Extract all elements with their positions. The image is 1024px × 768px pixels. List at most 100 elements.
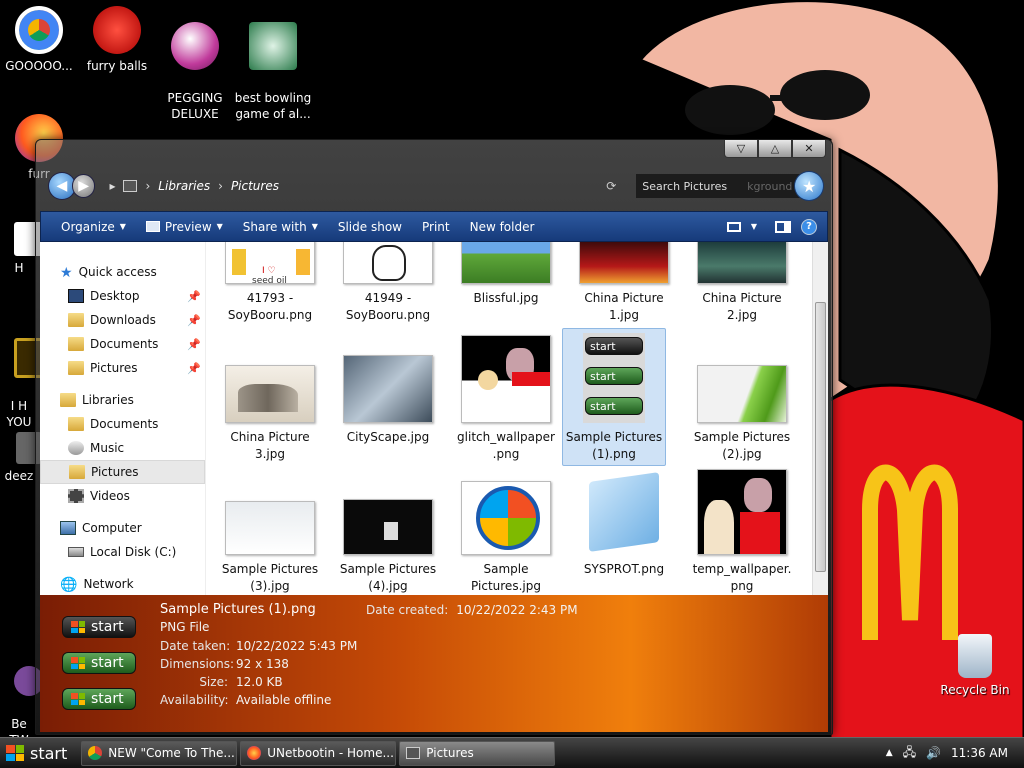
bowling-game-icon: [249, 22, 297, 70]
file-item[interactable]: 41949 - SoyBooru.png: [336, 242, 440, 324]
close-button[interactable]: ✕: [792, 140, 826, 158]
nav-desktop[interactable]: Desktop 📌: [40, 284, 205, 308]
nav-quick-access[interactable]: ★ Quick access: [40, 260, 205, 284]
thumbnail: [697, 469, 787, 555]
search-placeholder: Search Pictures: [642, 179, 728, 193]
print-button[interactable]: Print: [412, 220, 460, 234]
taskbar-item-explorer[interactable]: Pictures: [399, 740, 556, 766]
desktop-icon-label: I H YOU: [6, 399, 32, 429]
file-item[interactable]: Blissful.jpg: [454, 242, 558, 307]
peggle-icon: [171, 22, 219, 70]
thumbnail: [225, 365, 315, 423]
nav-downloads[interactable]: Downloads 📌: [40, 308, 205, 332]
availability-value: Available offline: [236, 693, 332, 707]
refresh-icon[interactable]: ⟳: [606, 179, 616, 193]
file-item[interactable]: I ♡ seed oil 41793 - SoyBooru.png: [218, 242, 322, 324]
preview-button[interactable]: Preview ▼: [136, 220, 233, 234]
preview-icon: [145, 221, 160, 232]
file-item[interactable]: temp_wallpaper. png: [690, 469, 794, 595]
file-item[interactable]: China Picture 3.jpg: [218, 365, 322, 463]
new-folder-button[interactable]: New folder: [460, 220, 545, 234]
file-name: China Picture 2.jpg: [702, 291, 782, 322]
address-bar[interactable]: ▸ › Libraries › Pictures: [109, 173, 554, 199]
preview-start-button: start: [62, 616, 136, 638]
organize-button[interactable]: Organize ▼: [41, 220, 136, 234]
file-item[interactable]: SYSPROT.png: [572, 471, 676, 578]
share-with-button[interactable]: Share with ▼: [233, 220, 328, 234]
file-item[interactable]: Sample Pictures (2).jpg: [690, 365, 794, 463]
preview-start-button: start: [62, 652, 136, 674]
breadcrumb-pictures[interactable]: Pictures: [231, 179, 279, 193]
folder-icon: [406, 747, 421, 759]
breadcrumb-libraries[interactable]: Libraries: [158, 179, 210, 193]
caption-buttons: ▽ △ ✕: [724, 140, 826, 158]
start-button[interactable]: start: [0, 738, 81, 768]
vertical-scrollbar[interactable]: [812, 242, 828, 595]
desktop-icon-label: furry balls: [86, 59, 148, 73]
windows-logo-icon: [6, 745, 24, 761]
scroll-thumb[interactable]: [815, 302, 826, 572]
thumbnail: [461, 335, 551, 423]
videos-icon: [68, 489, 84, 503]
search-star-icon[interactable]: ★: [794, 171, 824, 201]
windows-logo-icon: [71, 693, 85, 705]
file-item[interactable]: China Picture 1.jpg: [572, 242, 676, 324]
thumb-text: seed oil: [252, 276, 287, 284]
file-item[interactable]: CityScape.jpg: [336, 355, 440, 446]
nav-label: Libraries: [82, 393, 134, 407]
taskbar: start NEW "Come To The... UNetbootin - H…: [0, 737, 1024, 768]
desktop-icon-chrome[interactable]: GOOOOO...: [0, 6, 78, 74]
file-item[interactable]: Sample Pictures (3).jpg: [218, 501, 322, 595]
chevron-down-icon[interactable]: ▼: [751, 222, 757, 231]
forward-button[interactable]: ▶: [71, 174, 96, 198]
taskbar-item-chrome[interactable]: NEW "Come To The...: [81, 740, 238, 766]
details-availability: Availability: Available offline: [160, 693, 331, 707]
preview-start-label: start: [91, 655, 124, 671]
desktop-icon-furry-balls[interactable]: furry balls: [78, 6, 156, 74]
file-name: 41793 - SoyBooru.png: [227, 291, 313, 322]
nav-lib-pictures[interactable]: Pictures: [40, 460, 205, 484]
desktop-icon-label: Recycle Bin: [940, 683, 1010, 697]
nav-lib-documents[interactable]: Documents: [40, 412, 205, 436]
desktop-icon-recycle-bin[interactable]: Recycle Bin: [936, 634, 1014, 698]
nav-computer[interactable]: Computer: [40, 516, 205, 540]
minimize-button[interactable]: ▽: [724, 140, 758, 158]
show-hidden-icons-icon[interactable]: ▲: [886, 748, 893, 758]
file-item[interactable]: Sample Pictures (4).jpg: [336, 499, 440, 595]
network-status-icon[interactable]: 🖧: [903, 743, 916, 764]
file-item[interactable]: glitch_wallpaper .png: [454, 335, 558, 463]
file-name: Blissful.jpg: [473, 291, 539, 305]
dimensions-value: 92 x 138: [236, 657, 289, 671]
thumbnail: [697, 365, 787, 423]
view-options-icon[interactable]: [726, 221, 741, 232]
help-icon[interactable]: ?: [801, 218, 817, 235]
nav-pictures[interactable]: Pictures 📌: [40, 356, 205, 380]
file-item-selected[interactable]: start start start Sample Pictures (1).pn…: [562, 328, 666, 466]
nav-lib-videos[interactable]: Videos: [40, 484, 205, 508]
nav-local-disk[interactable]: Local Disk (C:): [40, 540, 205, 564]
file-item[interactable]: China Picture 2.jpg: [690, 242, 794, 324]
maximize-button[interactable]: △: [758, 140, 792, 158]
task-label: Pictures: [426, 746, 474, 760]
date-taken-value[interactable]: 10/22/2022 5:43 PM: [236, 639, 357, 653]
taskbar-item-firefox[interactable]: UNetbootin - Home...: [240, 740, 397, 766]
volume-icon[interactable]: 🔊: [926, 746, 941, 760]
desktop-icon-pegging-deluxe[interactable]: PEGGING DELUXE: [156, 6, 234, 122]
nav-documents[interactable]: Documents 📌: [40, 332, 205, 356]
nav-libraries[interactable]: Libraries: [40, 388, 205, 412]
slide-show-button[interactable]: Slide show: [328, 220, 412, 234]
desktop-icon-bowling[interactable]: best bowling game of al...: [234, 6, 312, 122]
nav-network[interactable]: 🌐 Network: [40, 572, 205, 596]
nav-label: Desktop: [90, 289, 140, 303]
clock[interactable]: 11:36 AM: [951, 746, 1008, 760]
thumb-text: start: [590, 369, 616, 383]
nav-lib-music[interactable]: Music: [40, 436, 205, 460]
thumbnail: [579, 471, 669, 555]
search-input[interactable]: Search Pictures kground: [636, 174, 805, 198]
thumbnail: [343, 499, 433, 555]
preview-pane-icon[interactable]: [775, 220, 791, 233]
documents-folder-icon: [68, 337, 84, 351]
file-name: Sample Pictures (4).jpg: [339, 562, 437, 593]
library-icon: [123, 180, 138, 192]
file-item[interactable]: Sample Pictures.jpg: [454, 481, 558, 595]
